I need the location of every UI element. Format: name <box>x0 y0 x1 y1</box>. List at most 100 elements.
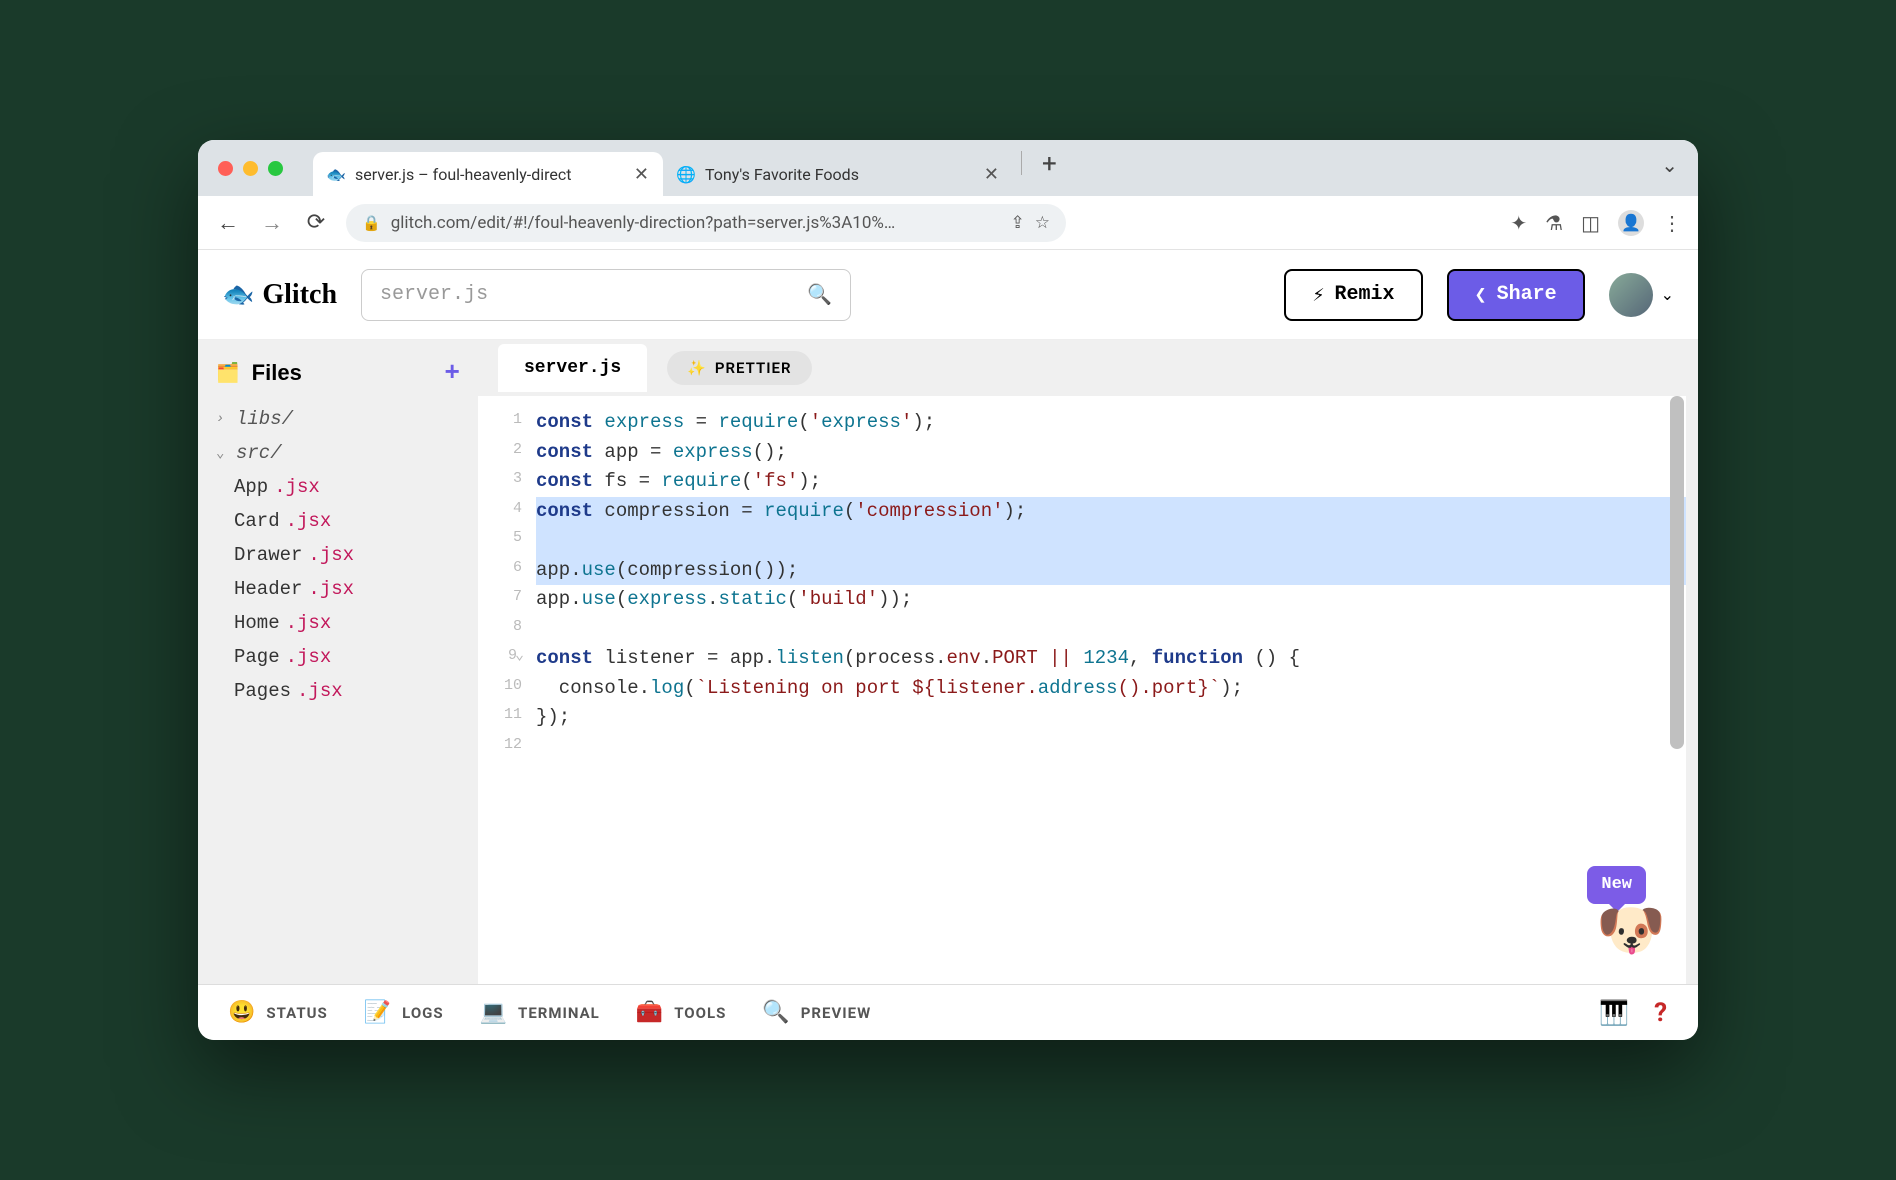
code-line[interactable]: app.use(compression()); <box>536 556 1686 586</box>
labs-icon[interactable]: ⚗ <box>1545 211 1563 235</box>
tab-title: server.js – foul-heavenly-direct <box>355 165 571 184</box>
prettier-label: PRETTIER <box>715 359 792 377</box>
sidepanel-icon[interactable]: ◫ <box>1581 211 1600 235</box>
scrollbar[interactable] <box>1670 396 1684 749</box>
file-ext: .jsx <box>286 612 332 634</box>
forward-button[interactable]: → <box>258 210 286 236</box>
bottombar-logs[interactable]: 📝 LOGS <box>364 1000 444 1025</box>
reload-button[interactable]: ⟳ <box>302 210 330 235</box>
glitch-logo-icon: 🐟 <box>222 280 254 310</box>
close-tab-icon[interactable]: ✕ <box>634 164 649 185</box>
bookmark-icon[interactable]: ☆ <box>1035 213 1050 233</box>
bottombar-terminal[interactable]: 💻 TERMINAL <box>480 1000 600 1025</box>
bb-label: TERMINAL <box>518 1004 600 1022</box>
code-line[interactable]: }); <box>536 703 1686 733</box>
lightning-icon: ⚡ <box>1312 282 1324 308</box>
new-tab-button[interactable]: + <box>1030 149 1069 187</box>
remix-button[interactable]: ⚡ Remix <box>1284 269 1422 321</box>
back-button[interactable]: ← <box>214 210 242 236</box>
search-input[interactable]: server.js 🔍 <box>361 269 851 321</box>
files-icon: 🗂️ <box>216 361 240 385</box>
file-ext: .jsx <box>297 680 343 702</box>
address-bar: ← → ⟳ 🔒 glitch.com/edit/#!/foul-heavenly… <box>198 196 1698 250</box>
chevron-down-icon: ⌄ <box>1661 285 1674 304</box>
file-item[interactable]: App .jsx <box>198 470 478 504</box>
close-window-button[interactable] <box>218 161 233 176</box>
search-placeholder: server.js <box>380 283 488 306</box>
bottombar-status[interactable]: 😃STATUS <box>228 1000 328 1025</box>
share-icon[interactable]: ⇪ <box>1011 213 1025 233</box>
file-item[interactable]: Home.jsx <box>198 606 478 640</box>
help-button[interactable]: ? <box>1654 998 1668 1028</box>
file-item[interactable]: Pages .jsx <box>198 674 478 708</box>
code-content[interactable]: const express = require('express');const… <box>532 396 1686 984</box>
bb-icon: 📝 <box>364 1000 392 1025</box>
browser-tab-inactive[interactable]: 🌐 Tony's Favorite Foods ✕ <box>663 152 1013 196</box>
code-line[interactable]: const fs = require('fs'); <box>536 467 1686 497</box>
piano-icon[interactable]: 🎹 <box>1599 999 1630 1027</box>
app-header: 🐟 Glitch server.js 🔍 ⚡ Remix ❮ Share ⌄ <box>198 250 1698 340</box>
file-ext: .jsx <box>274 476 320 498</box>
profile-icon[interactable]: 👤 <box>1618 210 1644 236</box>
url-field[interactable]: 🔒 glitch.com/edit/#!/foul-heavenly-direc… <box>346 204 1066 242</box>
prettier-button[interactable]: ✨ PRETTIER <box>667 351 811 385</box>
file-item[interactable]: Header.jsx <box>198 572 478 606</box>
code-line[interactable] <box>536 615 1686 645</box>
avatar <box>1609 273 1653 317</box>
more-icon[interactable]: ⋮ <box>1662 211 1682 235</box>
file-ext: .jsx <box>308 578 354 600</box>
code-line[interactable]: const express = require('express'); <box>536 408 1686 438</box>
glitch-logo[interactable]: 🐟 Glitch <box>222 279 337 311</box>
folder-src[interactable]: ⌄ src/ <box>198 436 478 470</box>
browser-tab-active[interactable]: 🐟 server.js – foul-heavenly-direct ✕ <box>313 152 663 196</box>
file-base: Pages <box>234 680 291 702</box>
code-editor[interactable]: 123456789⌄101112 const express = require… <box>478 396 1686 984</box>
editor-tabs: server.js ✨ PRETTIER <box>478 340 1698 396</box>
maximize-window-button[interactable] <box>268 161 283 176</box>
close-tab-icon[interactable]: ✕ <box>984 164 999 185</box>
file-item[interactable]: Drawer.jsx <box>198 538 478 572</box>
bb-label: LOGS <box>402 1004 443 1022</box>
share-icon: ❮ <box>1475 282 1487 308</box>
new-file-button[interactable]: + <box>444 358 460 388</box>
bb-icon: 💻 <box>480 1000 508 1025</box>
code-line[interactable]: const app = express(); <box>536 438 1686 468</box>
main-area: 🗂️ Files + › libs/ ⌄ src/ App .jsx Card.js… <box>198 340 1698 984</box>
code-line[interactable]: const listener = app.listen(process.env.… <box>536 644 1686 674</box>
code-line[interactable] <box>536 733 1686 763</box>
tab-favicon: 🌐 <box>677 165 695 183</box>
remix-label: Remix <box>1335 283 1395 306</box>
code-line[interactable]: console.log(`Listening on port ${listene… <box>536 674 1686 704</box>
search-icon: 🔍 <box>807 282 832 308</box>
folder-libs[interactable]: › libs/ <box>198 402 478 436</box>
account-menu[interactable]: ⌄ <box>1609 273 1674 317</box>
editor-area: server.js ✨ PRETTIER 123456789⌄101112 co… <box>478 340 1698 984</box>
extensions-icon[interactable]: ✦ <box>1510 211 1527 235</box>
bottombar-preview[interactable]: 🔍PREVIEW <box>762 1000 871 1025</box>
code-line[interactable]: app.use(express.static('build')); <box>536 585 1686 615</box>
chrome-toolbar-icons: ✦ ⚗ ◫ 👤 ⋮ <box>1510 210 1682 236</box>
file-item[interactable]: Card.jsx <box>198 504 478 538</box>
browser-window: 🐟 server.js – foul-heavenly-direct ✕ 🌐 T… <box>198 140 1698 1040</box>
tabs-dropdown-icon[interactable]: ⌄ <box>1661 153 1678 183</box>
chevron-right-icon: › <box>216 411 230 427</box>
file-item[interactable]: Page.jsx <box>198 640 478 674</box>
code-line[interactable]: const compression = require('compression… <box>536 497 1686 527</box>
tab-bar: 🐟 server.js – foul-heavenly-direct ✕ 🌐 T… <box>198 140 1698 196</box>
tab-separator <box>1021 151 1022 175</box>
bottombar-tools[interactable]: 🧰TOOLS <box>636 1000 727 1025</box>
lock-icon: 🔒 <box>362 214 381 232</box>
bb-label: PREVIEW <box>801 1004 871 1022</box>
editor-tab-active[interactable]: server.js <box>498 344 647 392</box>
files-title: Files <box>252 360 302 386</box>
share-button[interactable]: ❮ Share <box>1447 269 1585 321</box>
file-base: App <box>234 476 268 498</box>
code-line[interactable] <box>536 526 1686 556</box>
file-ext: .jsx <box>286 646 332 668</box>
bb-label: TOOLS <box>674 1004 726 1022</box>
minimize-window-button[interactable] <box>243 161 258 176</box>
line-gutter: 123456789⌄101112 <box>478 396 532 984</box>
mascot-icon[interactable]: 🐶 <box>1596 891 1666 978</box>
sparkle-icon: ✨ <box>687 359 707 377</box>
editor-tab-label: server.js <box>524 358 621 378</box>
